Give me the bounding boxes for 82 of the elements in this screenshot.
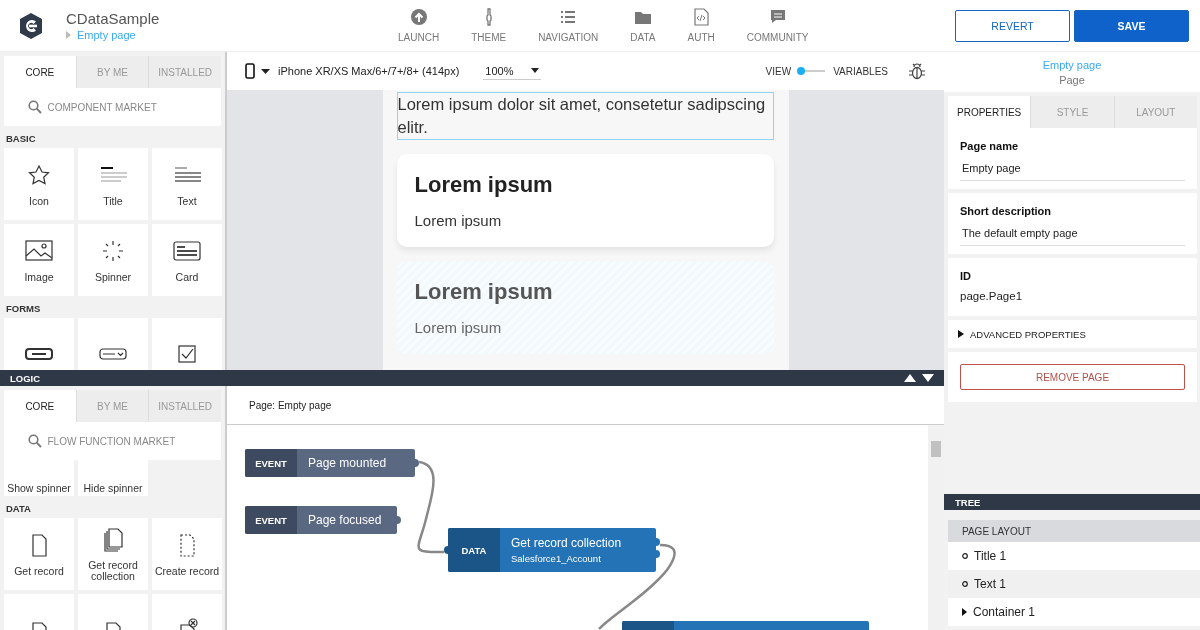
selected-name: Empty page [1042, 58, 1102, 71]
caret-icon[interactable] [261, 68, 270, 74]
nav-item[interactable]: AUTH [677, 8, 725, 43]
field-value: page.Page1 [960, 290, 1024, 304]
chat-icon [768, 8, 787, 26]
search-bar[interactable]: FLOW FUNCTION MARKET [4, 422, 221, 460]
caret-icon [66, 31, 71, 39]
card-text: Lorem ipsum [414, 319, 503, 336]
save-button[interactable]: SAVE [1074, 9, 1189, 42]
function-tile[interactable]: Hide spinner [78, 460, 148, 496]
device-select[interactable]: iPhone XR/XS Max/6+/7+/8+ (414px) [278, 65, 460, 77]
section-heading: BASIC [5, 132, 37, 146]
tree-item[interactable]: Title 1 [948, 542, 1200, 570]
code-file-icon [692, 8, 711, 26]
phone-icon [245, 63, 255, 79]
nav-item[interactable]: DATA [620, 8, 666, 43]
component-tile[interactable]: Icon [4, 148, 74, 220]
property-field[interactable]: Short description The default empty page [948, 193, 1197, 254]
panel-title: LOGIC [10, 372, 41, 384]
section-heading: FORMS [5, 302, 42, 316]
function-tile[interactable]: Create record [152, 518, 222, 590]
scrollbar[interactable] [928, 425, 944, 630]
component-tile[interactable] [4, 318, 74, 370]
toggle-label: VIEW [765, 65, 792, 77]
property-field[interactable]: Page name Empty page [948, 128, 1197, 189]
caret-icon [958, 330, 964, 338]
tab[interactable]: CORE [4, 390, 76, 422]
app-name: CDataSample [66, 10, 160, 27]
logo-icon [18, 11, 44, 40]
list-icon [559, 8, 578, 26]
tree-label: Text 1 [974, 577, 1006, 591]
advanced-toggle[interactable]: ADVANCED PROPERTIES [948, 320, 1197, 348]
page-label: Page: Empty page [249, 399, 332, 411]
preview-card[interactable]: Lorem ipsum Lorem ipsum [396, 154, 774, 247]
selected-type: Page [1059, 73, 1085, 86]
section-heading: DATA [5, 502, 32, 516]
nav-item[interactable]: THEME [461, 8, 517, 43]
dropper-icon [484, 8, 493, 26]
tree-root[interactable]: PAGE LAYOUT [948, 520, 1200, 542]
field-label: Page name [960, 140, 1020, 152]
bug-icon[interactable] [908, 62, 926, 80]
paragraph[interactable]: Lorem ipsum dolor sit amet, consetetur sadipscing elitr. [396, 92, 774, 140]
tree-label: Container 1 [973, 605, 1036, 619]
component-tile[interactable]: Spinner [78, 224, 148, 296]
expand-icon[interactable] [904, 374, 916, 382]
zoom-select[interactable]: 100% [483, 62, 542, 80]
component-tile[interactable]: Text [152, 148, 222, 220]
tab[interactable]: CORE [4, 56, 76, 88]
component-tile[interactable]: Title [78, 148, 148, 220]
tree-label: Title 1 [974, 549, 1007, 563]
bullet-icon [962, 553, 968, 559]
image-icon [24, 237, 54, 264]
card-text: Lorem ipsum [414, 212, 503, 229]
component-tile[interactable]: Card [152, 224, 222, 296]
card-title: Lorem ipsum [414, 279, 554, 305]
nav-item[interactable]: NAVIGATION [528, 8, 609, 43]
function-tile[interactable]: Get record collection [78, 518, 148, 590]
tree-item[interactable]: Container 1 [948, 598, 1200, 626]
field-label: Short description [960, 205, 1053, 217]
component-tile[interactable] [152, 318, 222, 370]
field-label: ID [960, 270, 972, 282]
panel-title: TREE [944, 494, 1200, 510]
search-bar[interactable]: COMPONENT MARKET [4, 88, 221, 126]
search-icon [27, 100, 42, 114]
collapse-icon[interactable] [922, 374, 934, 382]
function-tile[interactable]: Get record [4, 518, 74, 590]
nav-item[interactable]: LAUNCH [388, 8, 450, 43]
toggle-label: VARIABLES [833, 65, 888, 77]
revert-button[interactable]: REVERT [955, 9, 1070, 42]
component-tile[interactable] [78, 318, 148, 370]
remove-button[interactable]: REMOVE PAGE [960, 364, 1185, 390]
caret-icon [962, 608, 967, 616]
preview-card[interactable]: Lorem ipsum Lorem ipsum [396, 261, 774, 354]
bullet-icon [962, 581, 968, 587]
function-tile[interactable]: Show spinner [4, 460, 74, 496]
component-tile[interactable]: Image [4, 224, 74, 296]
tab[interactable]: PROPERTIES [948, 96, 1031, 128]
card-title: Lorem ipsum [414, 172, 554, 198]
search-icon [27, 434, 42, 448]
upload-icon [409, 8, 428, 26]
nav-item[interactable]: COMMUNITY [736, 8, 819, 43]
caret-icon [531, 68, 540, 73]
